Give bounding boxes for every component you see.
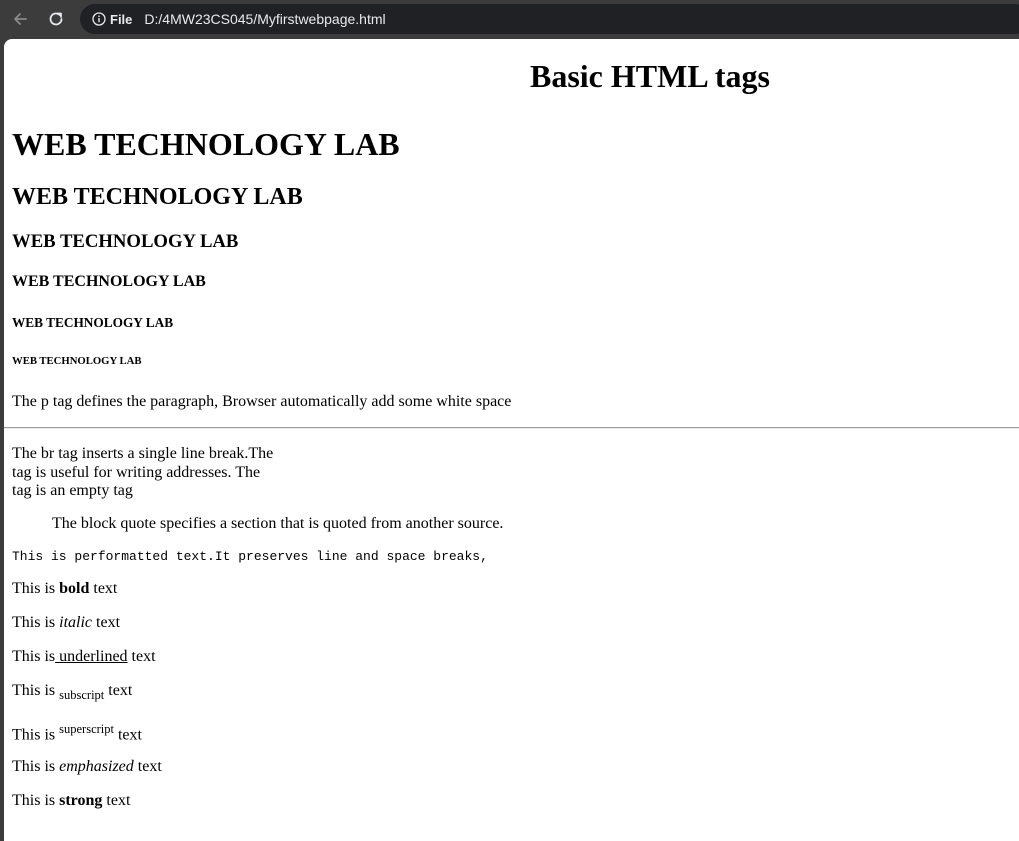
browser-toolbar: File D:/4MW23CS045/Myfirstwebpage.html [0, 0, 1019, 38]
strong-prefix: This is [12, 792, 56, 809]
superscript-suffix: text [117, 726, 142, 744]
address-bar[interactable]: File D:/4MW23CS045/Myfirstwebpage.html [80, 4, 1019, 34]
italic-prefix: This is [12, 614, 56, 631]
strong-word: strong [59, 792, 103, 809]
site-info-chip[interactable]: File [88, 8, 140, 30]
emphasized-line: This is emphasized text [12, 758, 162, 776]
heading-5: WEB TECHNOLOGY LAB [12, 315, 174, 330]
reload-icon [49, 12, 63, 26]
underlined-word: underlined [55, 648, 128, 665]
emphasized-word: emphasized [59, 758, 134, 775]
superscript-line: This is superscript text [12, 722, 142, 744]
horizontal-rule [4, 427, 1019, 429]
heading-6: WEB TECHNOLOGY LAB [12, 355, 142, 367]
paragraph: The p tag defines the paragraph, Browser… [12, 393, 512, 410]
italic-word: italic [59, 614, 93, 631]
subscript-line: This is subscript text [12, 682, 132, 703]
superscript-prefix: This is [12, 726, 56, 744]
heading-2: WEB TECHNOLOGY LAB [12, 184, 303, 210]
emphasized-prefix: This is [12, 758, 56, 775]
emphasized-suffix: text [137, 758, 162, 775]
underline-suffix: text [131, 648, 156, 665]
subscript-prefix: This is [12, 682, 56, 699]
strong-suffix: text [106, 792, 131, 809]
br-line-3: tag is an empty tag [12, 482, 133, 499]
line-break-paragraph: The br tag inserts a single line break.T… [12, 445, 273, 501]
heading-1: WEB TECHNOLOGY LAB [12, 126, 400, 162]
bold-word: bold [59, 580, 90, 597]
info-circle-icon [92, 12, 106, 26]
bold-prefix: This is [12, 580, 56, 597]
url-text[interactable]: D:/4MW23CS045/Myfirstwebpage.html [144, 11, 385, 27]
reload-button[interactable] [43, 6, 69, 32]
heading-4: WEB TECHNOLOGY LAB [12, 273, 206, 290]
subscript-suffix: text [108, 682, 133, 699]
underline-line: This is underlined text [12, 648, 156, 666]
security-label: File [110, 11, 133, 27]
back-button[interactable] [7, 6, 33, 32]
arrow-left-icon [14, 13, 27, 25]
br-line-2: tag is useful for writing addresses. The [12, 463, 261, 481]
page-viewport: Basic HTML tags WEB TECHNOLOGY LAB WEB T… [4, 39, 1019, 841]
underline-prefix: This is [12, 648, 56, 665]
superscript-word: superscript [59, 722, 114, 736]
strong-line: This is strong text [12, 792, 130, 810]
bold-suffix: text [93, 580, 118, 597]
italic-line: This is italic text [12, 614, 120, 632]
blockquote: The block quote specifies a section that… [52, 515, 504, 532]
bold-line: This is bold text [12, 580, 117, 598]
heading-3: WEB TECHNOLOGY LAB [12, 231, 239, 252]
page-title: Basic HTML tags [529, 58, 770, 94]
br-line-1: The br tag inserts a single line break.T… [12, 445, 274, 462]
subscript-word: subscript [59, 688, 105, 703]
italic-suffix: text [96, 614, 121, 631]
preformatted-text: This is performatted text.It preserves l… [12, 549, 488, 564]
